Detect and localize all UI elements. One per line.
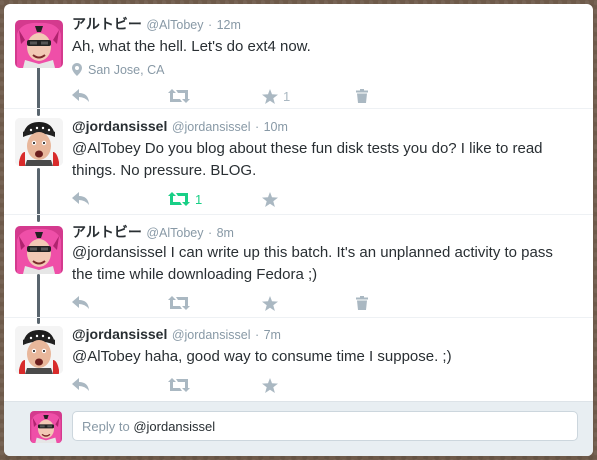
tweet[interactable]: @jordansissel @jordansissel · 7m @AlTobe… <box>4 326 593 398</box>
delete-button[interactable] <box>356 87 368 105</box>
tweet-header: アルトビー @AlTobey · 8m <box>72 222 234 242</box>
separator: · <box>254 120 260 134</box>
avatar[interactable] <box>15 20 63 68</box>
current-user-avatar <box>30 411 62 443</box>
avatar[interactable] <box>15 326 63 374</box>
retweet-button[interactable] <box>168 87 190 105</box>
tweet-header: アルトビー @AlTobey · 12m <box>72 14 241 34</box>
display-name[interactable]: @jordansissel <box>72 118 167 134</box>
star-icon <box>262 295 278 311</box>
avatar[interactable] <box>15 226 63 274</box>
user-handle[interactable]: @jordansissel <box>172 328 251 342</box>
location-label: San Jose, CA <box>88 63 165 77</box>
user-handle[interactable]: @AlTobey <box>146 18 203 32</box>
tweet-text: @AlTobey haha, good way to consume time … <box>72 348 452 365</box>
retweet-icon <box>168 192 190 206</box>
reply-composer: Reply to @jordansissel <box>4 401 593 456</box>
retweet-button[interactable] <box>168 294 190 312</box>
retweet-icon <box>168 378 190 392</box>
reply-icon <box>72 89 89 102</box>
retweet-icon <box>168 296 190 310</box>
separator: · <box>207 226 213 240</box>
location-pin-icon <box>72 63 82 76</box>
retweet-button[interactable]: 1 <box>168 190 202 208</box>
reply-input[interactable]: Reply to @jordansissel <box>72 411 578 441</box>
reply-button[interactable] <box>72 190 90 208</box>
user-handle[interactable]: @jordansissel <box>172 120 251 134</box>
reply-icon <box>72 192 89 205</box>
reply-placeholder: Reply to <box>82 419 130 434</box>
retweet-count: 1 <box>195 191 203 207</box>
display-name[interactable]: アルトビー <box>72 16 142 32</box>
timestamp[interactable]: 12m <box>217 18 241 32</box>
star-icon <box>262 88 278 104</box>
timestamp[interactable]: 10m <box>264 120 288 134</box>
retweet-button[interactable] <box>168 376 190 394</box>
like-button[interactable]: 1 <box>262 87 290 105</box>
avatar[interactable] <box>15 118 63 166</box>
reply-mention: @jordansissel <box>133 419 216 434</box>
retweet-icon <box>168 89 190 103</box>
like-button[interactable] <box>262 294 278 312</box>
tweet-text: Ah, what the hell. Let's do ext4 now. <box>72 38 311 55</box>
tweet[interactable]: アルトビー @AlTobey · 8m @jordansissel I can … <box>4 222 593 322</box>
like-count: 1 <box>283 88 291 104</box>
star-icon <box>262 377 278 393</box>
star-icon <box>262 191 278 207</box>
timestamp[interactable]: 8m <box>217 226 234 240</box>
reply-button[interactable] <box>72 376 90 394</box>
divider <box>4 317 593 318</box>
display-name[interactable]: アルトビー <box>72 224 142 240</box>
tweet-text: @jordansissel I can write up this batch.… <box>72 244 553 283</box>
trash-icon <box>356 296 368 310</box>
display-name[interactable]: @jordansissel <box>72 326 167 342</box>
reply-button[interactable] <box>72 294 90 312</box>
divider <box>4 214 593 215</box>
user-handle[interactable]: @AlTobey <box>146 226 203 240</box>
tweet-header: @jordansissel @jordansissel · 10m <box>72 118 288 136</box>
trash-icon <box>356 89 368 103</box>
tweet-location[interactable]: San Jose, CA <box>72 63 164 77</box>
separator: · <box>254 328 260 342</box>
tweet[interactable]: @jordansissel @jordansissel · 10m @AlTob… <box>4 118 593 218</box>
reply-icon <box>72 378 89 391</box>
conversation-card: アルトビー @AlTobey · 12m Ah, what the hell. … <box>4 4 593 456</box>
timestamp[interactable]: 7m <box>264 328 281 342</box>
like-button[interactable] <box>262 376 278 394</box>
tweet-text: @AlTobey Do you blog about these fun dis… <box>72 140 543 179</box>
tweet-header: @jordansissel @jordansissel · 7m <box>72 326 281 344</box>
separator: · <box>207 18 213 32</box>
reply-icon <box>72 296 89 309</box>
tweet[interactable]: アルトビー @AlTobey · 12m Ah, what the hell. … <box>4 14 593 114</box>
divider <box>4 108 593 109</box>
reply-button[interactable] <box>72 87 90 105</box>
delete-button[interactable] <box>356 294 368 312</box>
like-button[interactable] <box>262 190 278 208</box>
